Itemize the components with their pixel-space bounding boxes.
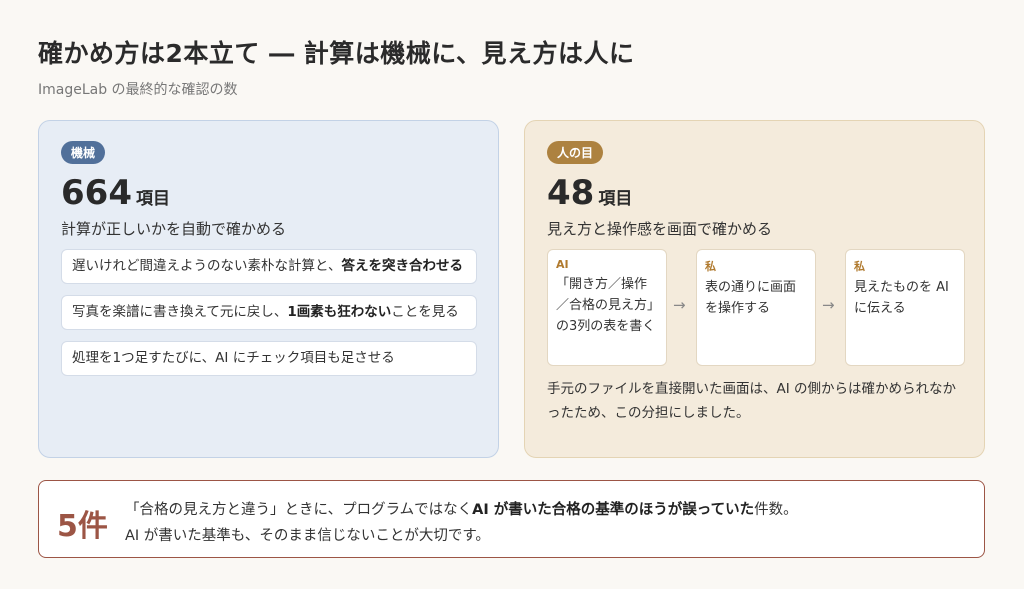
process-step: 私 表の通りに画面を操作する	[696, 249, 816, 366]
process-step: AI 「開き方／操作／合格の見え方」の3列の表を書く	[547, 249, 667, 366]
page-subtitle: ImageLab の最終的な確認の数	[38, 82, 238, 98]
arrow-right-icon: →	[673, 296, 686, 314]
page-title: 確かめ方は2本立て ― 計算は機械に、見え方は人に	[38, 39, 635, 68]
machine-badge: 機械	[61, 141, 106, 164]
human-card: 人の目 48 項目 見え方と操作感を画面で確かめる AI 「開き方／操作／合格の見…	[524, 120, 985, 458]
summary-line-2: AI が書いた基準も、そのまま信じないことが大切です。	[125, 528, 490, 544]
summary-line-1: 「合格の見え方と違う」ときに、プログラムではなくAI が書いた合格の基準のほうが…	[125, 498, 798, 519]
step-actor: 私	[854, 260, 865, 273]
summary-emphasis: AI が書いた合格の基準のほうが誤っていた	[472, 502, 755, 518]
machine-count-unit: 項目	[135, 189, 170, 209]
check-item: 遅いけれど間違えようのない素朴な計算と、答えを突き合わせる	[61, 249, 477, 284]
step-action: 見えたものを AI に伝える	[854, 280, 949, 316]
check-item: 処理を1つ足すたびに、AI にチェック項目も足させる	[61, 341, 477, 376]
step-actor: AI	[556, 258, 569, 271]
arrow-right-icon: →	[822, 296, 835, 314]
check-item-emphasis: 1画素も狂わない	[287, 304, 392, 320]
summary-text: 「合格の見え方と違う」ときに、プログラムではなく	[125, 502, 473, 518]
human-count-unit: 項目	[598, 189, 633, 209]
check-item-text: 処理を1つ足すたびに、AI にチェック項目も足させる	[72, 350, 395, 366]
check-item-emphasis: 答えを突き合わせる	[341, 258, 463, 274]
machine-count-number: 664	[61, 173, 132, 213]
check-item-text: 遅いけれど間違えようのない素朴な計算と、	[72, 258, 342, 274]
machine-description: 計算が正しいかを自動で確かめる	[61, 220, 287, 238]
machine-count: 664 項目	[61, 173, 170, 213]
process-step: 私 見えたものを AI に伝える	[845, 249, 965, 366]
human-badge: 人の目	[547, 141, 604, 164]
human-description: 見え方と操作感を画面で確かめる	[547, 220, 773, 238]
step-action: 「開き方／操作／合格の見え方」の3列の表を書く	[556, 277, 656, 334]
check-item: 写真を楽譜に書き換えて元に戻し、1画素も狂わないことを見る	[61, 295, 477, 330]
summary-count: 5件	[57, 509, 108, 544]
human-note: 手元のファイルを直接開いた画面は、AI の側からは確かめられなかったため、この分…	[547, 381, 957, 421]
human-count: 48 項目	[547, 173, 632, 213]
human-count-number: 48	[547, 173, 595, 213]
check-item-text-after: ことを見る	[391, 304, 459, 320]
summary-box: 5件 「合格の見え方と違う」ときに、プログラムではなくAI が書いた合格の基準の…	[38, 480, 985, 558]
summary-text-after: 件数。	[754, 502, 798, 518]
check-item-text: 写真を楽譜に書き換えて元に戻し、	[72, 304, 288, 320]
machine-card: 機械 664 項目 計算が正しいかを自動で確かめる 遅いけれど間違えようのない素朴…	[38, 120, 499, 458]
step-action: 表の通りに画面を操作する	[705, 280, 797, 316]
step-actor: 私	[705, 260, 716, 273]
